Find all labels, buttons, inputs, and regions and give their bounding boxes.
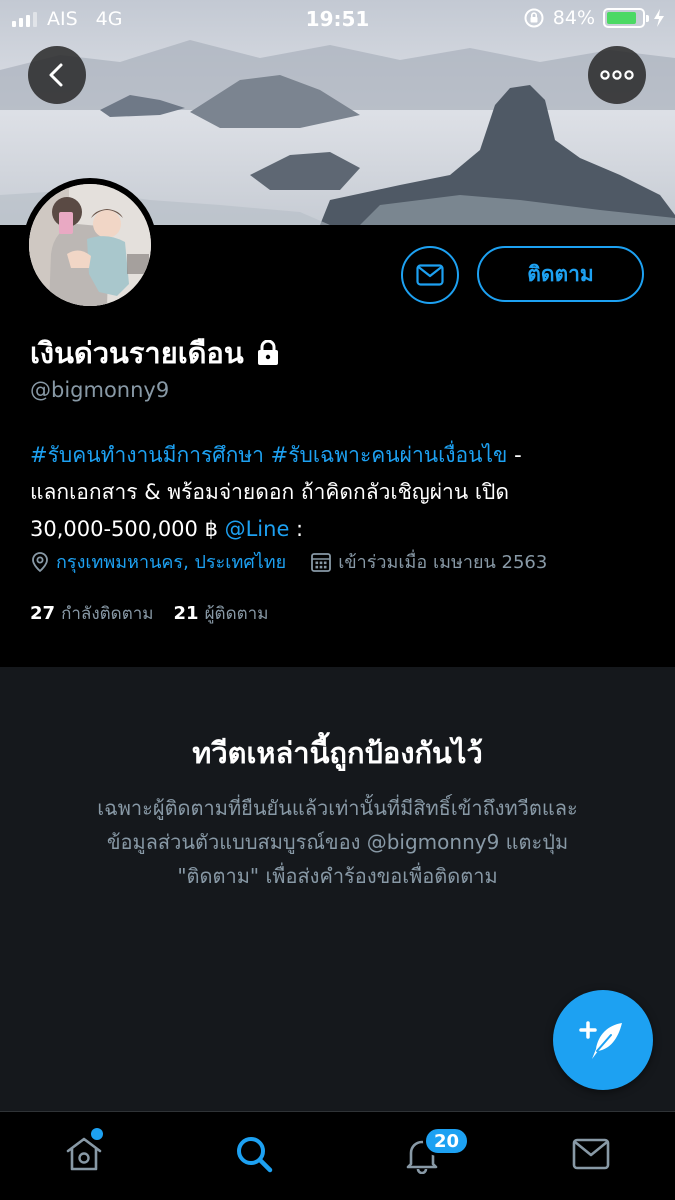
more-dots-icon <box>600 70 634 80</box>
back-button[interactable] <box>28 46 86 104</box>
bio-text: - <box>507 443 522 467</box>
tab-messages[interactable] <box>569 1132 613 1176</box>
profile-bio: #รับคนทำงานมีการศึกษา #รับเฉพาะคนผ่านเงื… <box>30 437 650 548</box>
tab-search[interactable] <box>232 1132 276 1176</box>
protected-line: "ติดตาม" เพื่อส่งคำร้องขอเพื่อติดตาม <box>177 864 498 888</box>
home-unread-dot <box>91 1128 103 1140</box>
mention-link[interactable]: @Line <box>225 517 290 541</box>
display-name: เงินด่วนรายเดือน <box>30 336 244 370</box>
charging-bolt-icon <box>654 9 664 27</box>
avatar-image <box>29 184 151 306</box>
location-label: กรุงเทพมหานคร, ประเทศไทย <box>56 552 287 573</box>
battery-percent: 84% <box>552 7 595 29</box>
hashtag-link[interactable]: #รับคนทำงานมีการศึกษา <box>30 443 264 467</box>
avatar-photo <box>29 184 151 306</box>
orientation-lock-icon <box>524 8 544 28</box>
follow-button[interactable]: ติดตาม <box>477 246 644 302</box>
search-icon <box>237 1137 273 1173</box>
location-pin-icon <box>32 551 48 572</box>
join-date-label: เข้าร่วมเมื่อ เมษายน 2563 <box>338 552 548 573</box>
name-row: เงินด่วนรายเดือน <box>30 330 280 376</box>
hashtag-link[interactable]: #รับเฉพาะคนผ่านเงื่อนไข <box>271 443 508 467</box>
following-stat[interactable]: 27 กำลังติดตาม <box>30 600 154 627</box>
following-count: 27 <box>30 603 56 624</box>
bio-text: 30,000-500,000 ฿ <box>30 517 225 541</box>
followers-count: 21 <box>173 603 199 624</box>
status-bar: AIS 4G 19:51 84% <box>0 0 675 38</box>
following-label: กำลังติดตาม <box>61 604 154 624</box>
calendar-icon <box>311 552 332 572</box>
home-icon <box>66 1137 102 1171</box>
chevron-left-icon <box>49 63 63 87</box>
bottom-tab-bar <box>0 1111 675 1200</box>
join-date: เข้าร่วมเมื่อ เมษายน 2563 <box>310 547 547 576</box>
followers-stat[interactable]: 21 ผู้ติดตาม <box>174 600 269 627</box>
profile-meta: กรุงเทพมหานคร, ประเทศไทย เข้าร่วมเมื่อ เ… <box>30 547 547 576</box>
avatar[interactable] <box>23 178 157 312</box>
protected-title: ทวีตเหล่านี้ถูกป้องกันไว้ <box>192 736 483 770</box>
compose-tweet-button[interactable] <box>553 990 653 1090</box>
protected-description: เฉพาะผู้ติดตามที่ยืนยันแล้วเท่านั้นที่มี… <box>60 791 615 893</box>
profile-handle: @bigmonny9 <box>30 378 170 402</box>
bio-text: แลกเอกสาร & พร้อมจ่ายดอก ถ้าคิดกลัวเชิญผ… <box>30 480 510 504</box>
follow-stats: 27 กำลังติดตาม 21 ผู้ติดตาม <box>30 600 268 627</box>
message-button[interactable] <box>401 246 459 304</box>
protected-line: เฉพาะผู้ติดตามที่ยืนยันแล้วเท่านั้นที่มี… <box>97 796 578 820</box>
bio-text: : <box>289 517 304 541</box>
profile-screen: AIS 4G 19:51 84% ติดตาม เงินด่วนรายเดือน… <box>0 0 675 1200</box>
protected-lock-icon <box>257 340 278 365</box>
envelope-icon <box>416 264 444 286</box>
compose-feather-icon <box>579 1021 622 1059</box>
location[interactable]: กรุงเทพมหานคร, ประเทศไทย <box>30 547 286 576</box>
notifications-badge: 20 <box>423 1126 471 1156</box>
more-options-button[interactable] <box>588 46 646 104</box>
status-right: 84% <box>523 7 665 29</box>
battery-icon <box>603 8 649 28</box>
protected-line: ข้อมูลส่วนตัวแบบสมบูรณ์ของ @bigmonny9 แต… <box>106 830 569 854</box>
followers-label: ผู้ติดตาม <box>204 604 269 624</box>
envelope-icon <box>572 1138 610 1170</box>
